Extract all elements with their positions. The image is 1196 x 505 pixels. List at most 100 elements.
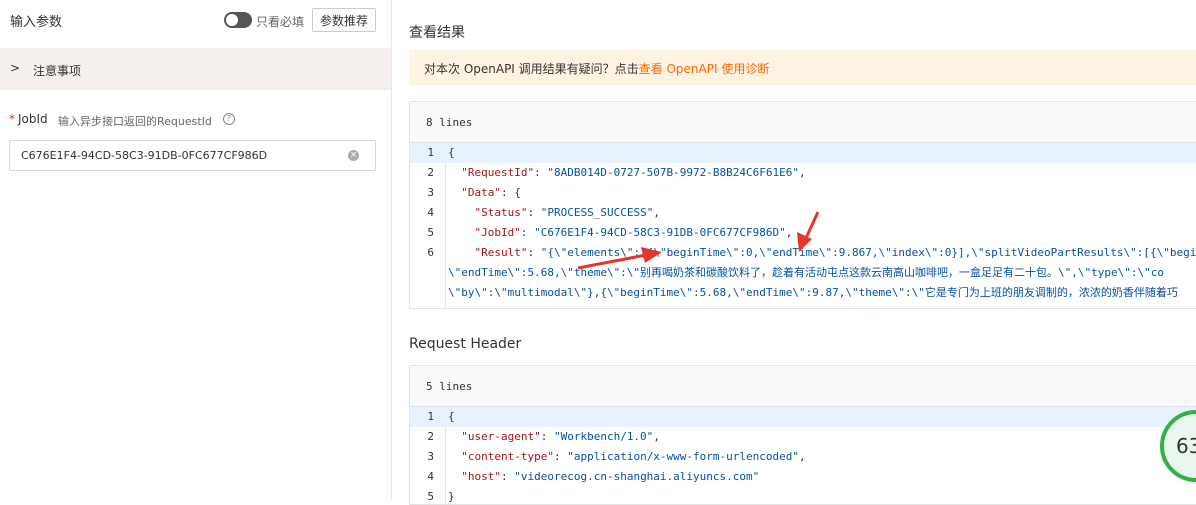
code-line: 3 "Data": { [410, 183, 1196, 203]
line-number: 3 [427, 450, 434, 463]
code-token: : [534, 166, 548, 179]
result-code-header: 8 lines [410, 102, 1196, 143]
code-token: , [785, 226, 793, 239]
code-token: "RequestId" [448, 166, 535, 179]
code-token: "C676E1F4-94CD-58C3-91DB-0FC677CF986D" [534, 226, 786, 239]
notice-label: 注意事项 [33, 64, 82, 78]
code-token: , [653, 206, 660, 219]
result-title: 查看结果 [409, 25, 465, 41]
code-token: : [527, 246, 541, 259]
help-icon[interactable]: ? [223, 113, 235, 125]
code-line: \"by\":\"multimodal\"},{\"beginTime\":5.… [410, 283, 1196, 303]
header-lines-count: 5 lines [426, 380, 473, 393]
line-number: 1 [427, 410, 434, 423]
jobid-label: * JobId [9, 112, 48, 126]
line-number: 3 [427, 186, 434, 199]
line-number: 1 [427, 146, 434, 159]
result-code-panel: 8 lines 1{2 "RequestId": "8ADB014D-0727-… [409, 101, 1196, 309]
jobid-input[interactable] [9, 140, 376, 171]
diagnose-text: 对本次 OpenAPI 调用结果有疑问？点击查看 OpenAPI 使用诊断 [424, 60, 769, 77]
line-number: 4 [427, 206, 434, 219]
input-params-header: 输入参数 只看必填 参数推荐 [0, 0, 391, 40]
code-line: 3 "content-type": "application/x-www-for… [410, 447, 1196, 467]
diagnose-prefix: 对本次 OpenAPI 调用结果有疑问？点击 [424, 62, 639, 76]
code-token: : [520, 226, 535, 239]
code-line: 1{ [410, 143, 1196, 163]
result-lines-count: 8 lines [426, 116, 473, 129]
line-text: "RequestId": "8ADB014D-0727-507B-9972-B8… [448, 163, 806, 183]
code-token: : [500, 470, 515, 483]
diagnose-link[interactable]: 查看 OpenAPI 使用诊断 [639, 62, 770, 76]
code-token: , [653, 430, 660, 443]
line-text: \"endTime\":5.68,\"theme\":\"别再喝奶茶和碳酸饮料了… [448, 263, 1164, 283]
code-token: } [448, 490, 455, 503]
code-token: { [448, 146, 455, 159]
line-text: { [448, 143, 455, 163]
code-token: , [799, 450, 806, 463]
line-text: "JobId": "C676E1F4-94CD-58C3-91DB-0FC677… [448, 223, 792, 243]
code-token: : [527, 206, 541, 219]
code-line: 1{ [410, 407, 1196, 427]
code-line: 2 "RequestId": "8ADB014D-0727-507B-9972-… [410, 163, 1196, 183]
line-number: 5 [427, 226, 434, 239]
line-number: 4 [427, 470, 434, 483]
code-token: \"by\":\"multimodal\"},{\"beginTime\":5.… [448, 286, 1178, 299]
code-token: "JobId" [448, 226, 521, 239]
request-header-title: Request Header [409, 336, 522, 352]
line-number: 2 [427, 166, 434, 179]
code-token: "{\"elements\":[{\"beginTime\":0,\"endTi… [540, 246, 1196, 259]
input-params-title: 输入参数 [10, 15, 63, 30]
required-only-toggle[interactable] [224, 12, 252, 28]
notice-collapse[interactable]: > 注意事项 [0, 48, 391, 90]
chevron-right-icon: > [10, 61, 21, 75]
code-token: "8ADB014D-0727-507B-9972-B8B24C6F61E6" [547, 166, 800, 179]
line-text: } [448, 487, 455, 504]
code-token: "Data" [448, 186, 501, 199]
code-token: "application/x-www-form-urlencoded" [567, 450, 800, 463]
line-text: "user-agent": "Workbench/1.0", [448, 427, 660, 447]
jobid-hint: 输入异步接口返回的RequestId [58, 115, 212, 128]
line-text: "Result": "{\"elements\":[{\"beginTime\"… [448, 243, 1196, 263]
code-line: 5} [410, 487, 1196, 504]
code-token: "host" [448, 470, 501, 483]
code-token: "Result" [448, 246, 528, 259]
code-line: 5 "JobId": "C676E1F4-94CD-58C3-91DB-0FC6… [410, 223, 1196, 243]
required-only-label: 只看必填 [256, 15, 305, 29]
code-token: , [799, 166, 806, 179]
line-text: { [448, 407, 455, 427]
header-code-header: 5 lines [410, 366, 1196, 407]
code-token: \"endTime\":5.68,\"theme\":\"别再喝奶茶和碳酸饮料了… [448, 266, 1165, 279]
line-number: 6 [427, 246, 434, 259]
line-number: 5 [427, 490, 434, 503]
code-token: "content-type" [448, 450, 554, 463]
code-token: : { [500, 186, 521, 199]
header-code-body[interactable]: 1{2 "user-agent": "Workbench/1.0", 3 "con… [410, 407, 1196, 504]
required-mark: * [9, 112, 15, 126]
header-code-panel: 5 lines 1{2 "user-agent": "Workbench/1.0… [409, 365, 1196, 505]
code-token: "Workbench/1.0" [553, 430, 654, 443]
code-token: "PROCESS_SUCCESS" [540, 206, 654, 219]
line-text: "content-type": "application/x-www-form-… [448, 447, 806, 467]
code-token: : [553, 450, 568, 463]
toggle-knob [226, 14, 238, 26]
result-code-body[interactable]: 1{2 "RequestId": "8ADB014D-0727-507B-997… [410, 143, 1196, 308]
code-token: : [540, 430, 554, 443]
score-badge-number: 63 [1176, 434, 1196, 458]
input-params-panel: 输入参数 只看必填 参数推荐 > 注意事项 * JobId 输入异步接口返回的Re… [0, 0, 392, 499]
code-token: "videorecog.cn-shanghai.aliyuncs.com" [514, 470, 760, 483]
line-text: "host": "videorecog.cn-shanghai.aliyuncs… [448, 467, 759, 487]
code-line: 2 "user-agent": "Workbench/1.0", [410, 427, 1196, 447]
clear-icon[interactable]: × [348, 150, 359, 161]
jobid-label-text: JobId [18, 112, 48, 126]
line-text: "Status": "PROCESS_SUCCESS", [448, 203, 660, 223]
code-token: "user-agent" [448, 430, 541, 443]
line-number: 2 [427, 430, 434, 443]
code-token: { [448, 410, 455, 423]
line-text: "Data": { [448, 183, 521, 203]
code-token: "Status" [448, 206, 528, 219]
code-line: \"endTime\":5.68,\"theme\":\"别再喝奶茶和碳酸饮料了… [410, 263, 1196, 283]
line-text: \"by\":\"multimodal\"},{\"beginTime\":5.… [448, 283, 1178, 303]
code-line: 6 "Result": "{\"elements\":[{\"beginTime… [410, 243, 1196, 263]
diagnose-notice: 对本次 OpenAPI 调用结果有疑问？点击查看 OpenAPI 使用诊断 [409, 50, 1196, 85]
param-recommend-button[interactable]: 参数推荐 [312, 8, 376, 32]
